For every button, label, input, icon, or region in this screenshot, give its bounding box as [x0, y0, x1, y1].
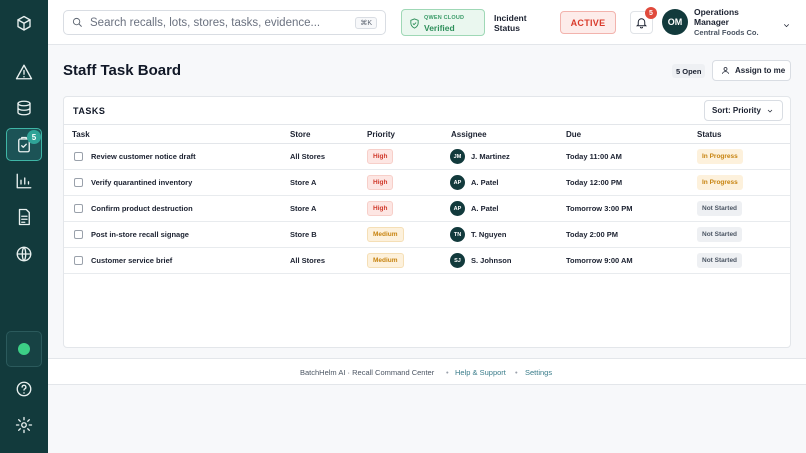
priority-badge: High: [367, 149, 394, 164]
table-row[interactable]: Verify quarantined inventory Store A Hig…: [64, 170, 790, 196]
status-badge: Not Started: [697, 201, 743, 216]
settings-link[interactable]: Settings: [525, 368, 552, 377]
task-name: Post in-store recall signage: [91, 230, 189, 239]
cloud-label: QWEN CLOUD: [424, 15, 465, 21]
incident-status-button[interactable]: ACTIVE: [560, 11, 616, 34]
task-store: Store A: [290, 204, 317, 213]
column-header-priority[interactable]: Priority: [367, 130, 395, 139]
status-badge: In Progress: [697, 149, 743, 164]
help-support-link[interactable]: Help & Support: [455, 368, 506, 377]
assign-button-label: Assign to me: [735, 66, 786, 75]
column-header-task[interactable]: Task: [72, 130, 90, 139]
chevron-down-icon: [767, 109, 773, 113]
assignee-avatar: TN: [450, 227, 465, 242]
document-icon[interactable]: [12, 205, 36, 229]
sort-label: Sort: Priority: [712, 106, 761, 115]
task-due: Tomorrow 3:00 PM: [566, 204, 633, 213]
table-row[interactable]: Post in-store recall signage Store B Med…: [64, 222, 790, 248]
settings-gear-icon[interactable]: [12, 413, 36, 437]
search-shortcut: ⌘K: [355, 17, 377, 29]
assignee-name: S. Johnson: [471, 256, 512, 265]
sort-dropdown[interactable]: Sort: Priority: [704, 100, 783, 121]
user-icon: [722, 67, 729, 74]
open-count-badge: 5 Open: [672, 64, 706, 78]
chart-icon[interactable]: [12, 169, 36, 193]
assignee-avatar: SJ: [450, 253, 465, 268]
cloud-status: Verified: [424, 23, 455, 33]
cloud-verification-badge: QWEN CLOUD Verified: [401, 9, 485, 36]
footer: BatchHelm AI · Recall Command Center • H…: [48, 358, 806, 385]
row-checkbox[interactable]: [74, 204, 83, 213]
assignee-name: T. Nguyen: [471, 230, 507, 239]
assignee-name: A. Patel: [471, 178, 499, 187]
sidebar: 5: [0, 0, 48, 453]
chevron-down-icon[interactable]: [782, 17, 791, 28]
priority-badge: High: [367, 201, 394, 216]
table-row[interactable]: Review customer notice draft All Stores …: [64, 144, 790, 170]
tasks-count-badge: 5: [27, 130, 41, 144]
tasks-heading: TASKS: [73, 106, 106, 116]
footer-separator: •: [446, 368, 449, 377]
task-store: Store B: [290, 230, 317, 239]
user-avatar[interactable]: OM: [662, 9, 688, 35]
task-due: Today 11:00 AM: [566, 152, 622, 161]
task-name: Confirm product destruction: [91, 204, 193, 213]
assignee-avatar: AP: [450, 175, 465, 190]
top-header: ⌘K QWEN CLOUD Verified Incident Status A…: [48, 0, 806, 45]
incident-status-label: Incident Status: [494, 13, 527, 33]
search-input[interactable]: [90, 16, 345, 29]
footer-brand: BatchHelm AI · Recall Command Center: [300, 368, 435, 377]
task-name: Verify quarantined inventory: [91, 178, 193, 187]
task-due: Today 12:00 PM: [566, 178, 623, 187]
task-due: Today 2:00 PM: [566, 230, 618, 239]
task-store: All Stores: [290, 256, 326, 265]
row-checkbox[interactable]: [74, 152, 83, 161]
globe-icon[interactable]: [12, 242, 36, 266]
status-badge: Not Started: [697, 227, 743, 242]
tasks-card: TASKS Sort: Priority Task Store Priority…: [63, 96, 791, 348]
footer-separator: •: [515, 368, 518, 377]
search-icon: [72, 17, 82, 27]
notification-count-badge: 5: [645, 7, 657, 19]
task-name: Review customer notice draft: [91, 152, 196, 161]
table-row[interactable]: Confirm product destruction Store A High…: [64, 196, 790, 222]
help-icon[interactable]: [12, 377, 36, 401]
column-header-store[interactable]: Store: [290, 130, 310, 139]
row-checkbox[interactable]: [74, 230, 83, 239]
status-badge: In Progress: [697, 175, 743, 190]
user-org: Central Foods Co.: [694, 28, 759, 37]
user-role[interactable]: Operations Manager: [694, 7, 754, 27]
page-title: Staff Task Board: [63, 62, 182, 79]
alert-icon[interactable]: [12, 60, 36, 84]
priority-badge: High: [367, 175, 394, 190]
bell-icon: [635, 18, 648, 29]
assignee-name: J. Martinez: [471, 152, 510, 161]
inventory-icon[interactable]: [12, 96, 36, 120]
status-badge: Not Started: [697, 253, 743, 268]
task-store: Store A: [290, 178, 317, 187]
assign-to-me-button[interactable]: Assign to me: [712, 60, 791, 81]
shield-check-icon: [410, 18, 419, 29]
search-box[interactable]: ⌘K: [63, 10, 386, 35]
status-dot: [18, 343, 30, 355]
assignee-name: A. Patel: [471, 204, 499, 213]
row-checkbox[interactable]: [74, 256, 83, 265]
task-due: Tomorrow 9:00 AM: [566, 256, 633, 265]
task-store: All Stores: [290, 152, 326, 161]
task-name: Customer service brief: [91, 256, 173, 265]
priority-badge: Medium: [367, 253, 404, 268]
column-header-assignee[interactable]: Assignee: [451, 130, 487, 139]
system-status-indicator[interactable]: [6, 331, 42, 367]
assignee-avatar: AP: [450, 201, 465, 216]
divider: [64, 124, 790, 125]
column-header-due[interactable]: Due: [566, 130, 581, 139]
priority-badge: Medium: [367, 227, 404, 242]
column-header-status[interactable]: Status: [697, 130, 721, 139]
table-row[interactable]: Customer service brief All Stores Medium…: [64, 248, 790, 274]
logo-icon[interactable]: [12, 12, 36, 36]
assignee-avatar: JM: [450, 149, 465, 164]
row-checkbox[interactable]: [74, 178, 83, 187]
